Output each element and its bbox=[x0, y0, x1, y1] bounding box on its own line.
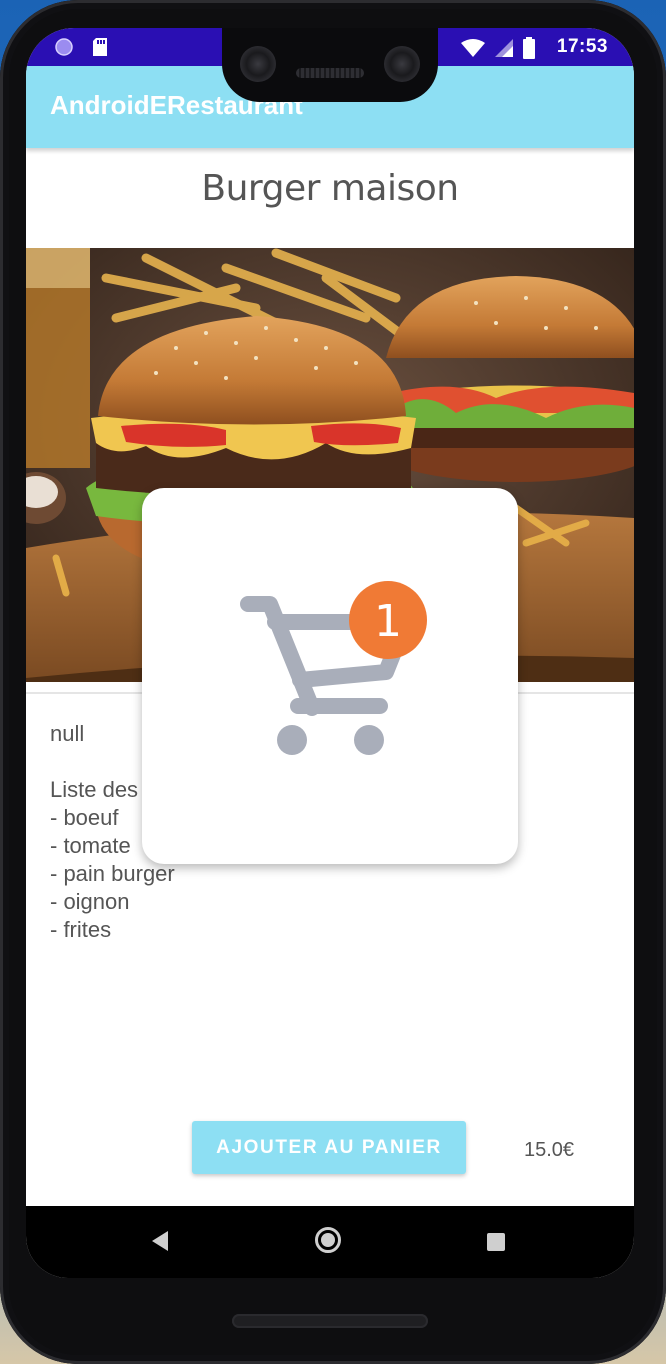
recents-icon[interactable] bbox=[487, 1233, 505, 1251]
dish-price: 15.0€ bbox=[524, 1139, 575, 1161]
sd-card-icon bbox=[92, 37, 108, 62]
wifi-icon bbox=[460, 38, 486, 63]
bottom-speaker bbox=[232, 1314, 428, 1328]
status-time: 17:53 bbox=[556, 36, 608, 57]
app-screen: 17:53 AndroidERestaurant Burger maison n… bbox=[26, 28, 634, 1278]
front-camera-icon bbox=[240, 46, 276, 82]
shopping-cart-icon: 1 bbox=[240, 581, 427, 755]
phone-frame: 17:53 AndroidERestaurant Burger maison n… bbox=[0, 0, 666, 1364]
camera-notch bbox=[222, 28, 438, 102]
navigation-bar bbox=[26, 1206, 634, 1278]
home-icon[interactable] bbox=[315, 1227, 341, 1253]
front-camera-icon bbox=[384, 46, 420, 82]
battery-icon bbox=[522, 37, 536, 64]
back-icon[interactable] bbox=[150, 1230, 170, 1257]
cart-added-dialog[interactable]: 1 bbox=[142, 488, 518, 864]
add-to-cart-button[interactable]: AJOUTER AU PANIER bbox=[192, 1121, 466, 1174]
circle-notification-icon bbox=[54, 37, 74, 62]
cart-badge-count: 1 bbox=[374, 596, 402, 647]
signal-icon bbox=[494, 38, 514, 63]
dish-title: Burger maison bbox=[201, 168, 459, 209]
earpiece-speaker bbox=[296, 68, 364, 78]
